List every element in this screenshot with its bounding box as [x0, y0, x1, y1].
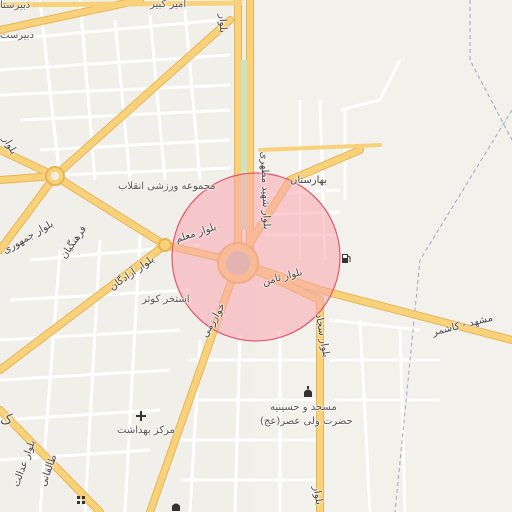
health-center-icon[interactable] [135, 410, 147, 422]
fuel-station-icon[interactable] [340, 252, 352, 264]
school-icon[interactable] [76, 494, 88, 506]
map-base [0, 0, 512, 512]
highlight-radius [171, 172, 341, 342]
mosque-icon[interactable] [302, 386, 314, 398]
mosque-icon[interactable] [170, 500, 182, 512]
map-canvas[interactable]: امیر کبیر دبیرست دبیرستا مجموعه ورزشی ان… [0, 0, 512, 512]
